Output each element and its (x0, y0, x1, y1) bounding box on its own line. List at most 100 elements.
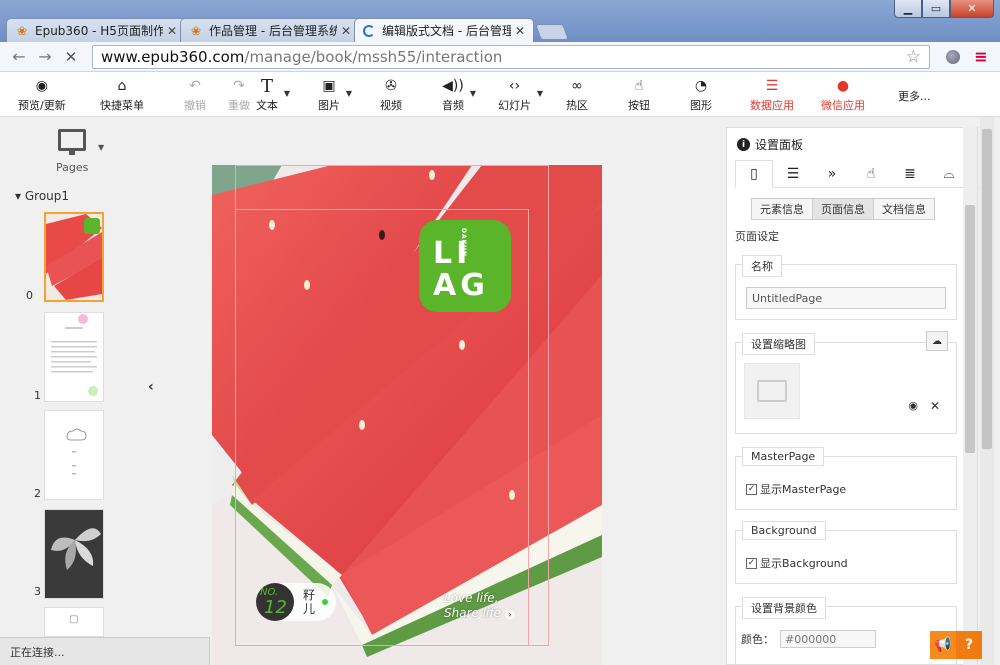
image-tool-button[interactable]: ▣ 图片 ▼ (318, 77, 352, 113)
undo-icon: ↶ (189, 78, 201, 94)
close-icon[interactable]: ✕ (930, 399, 940, 413)
page-number: 0 (26, 289, 33, 302)
megaphone-icon[interactable]: 📢 (930, 631, 956, 659)
issue-number: 12 (264, 597, 287, 618)
maximize-icon[interactable]: ▭ (922, 0, 950, 18)
audio-tool-button[interactable]: ◀)) 音频 ▼ (442, 77, 476, 113)
chevron-down-icon: ▼ (283, 89, 290, 98)
tab-close-icon[interactable]: ✕ (515, 24, 525, 38)
name-fieldset: 名称 (735, 255, 957, 320)
info-icon: i (737, 138, 750, 151)
feedback-widget[interactable]: 📢 ? (930, 631, 982, 659)
checkbox-checked-icon: ✓ (746, 483, 757, 495)
page-number: 3 (34, 585, 41, 598)
panel-scroll-thumb[interactable] (965, 205, 975, 453)
thumbnail-fieldset: 设置缩略图 ☁ ◉ ✕ (735, 331, 957, 434)
slides-tool-button[interactable]: ‹› 幻灯片 ▼ (498, 77, 543, 113)
browser-menu-icon[interactable]: ≡ (970, 46, 992, 68)
preview-button[interactable]: ◉ 预览/更新 (18, 77, 66, 113)
status-bar: 正在连接... (0, 637, 210, 665)
tab-close-icon[interactable]: ✕ (167, 24, 177, 38)
page-thumbnail-0[interactable] (44, 212, 104, 302)
issue-badge[interactable]: NO. 12 籽儿 (256, 583, 336, 621)
color-input[interactable]: #000000 (780, 630, 876, 648)
page-thumbnail-2[interactable] (44, 410, 104, 500)
section-title: 页面设定 (735, 230, 779, 243)
help-question-icon[interactable]: ? (956, 631, 982, 659)
cloud-upload-icon[interactable]: ☁ (926, 331, 948, 351)
name-legend: 名称 (742, 255, 782, 277)
redo-icon: ↷ (233, 78, 245, 94)
close-window-icon[interactable]: ✕ (950, 0, 994, 18)
bookmark-star-icon[interactable]: ☆ (906, 47, 921, 67)
video-tool-button[interactable]: ✇ 视频 (380, 77, 402, 113)
code-brackets-icon: ‹› (508, 78, 521, 94)
show-background-checkbox[interactable]: ✓ 显示Background (746, 555, 848, 571)
logo-text-line2: AG (433, 268, 489, 303)
chevron-down-icon: ▼ (345, 89, 352, 98)
hotspot-tool-button[interactable]: ∞ 热区 (566, 77, 588, 113)
panel-scrollbar[interactable] (963, 127, 977, 665)
list-tab-icon[interactable]: ☰ (774, 160, 812, 188)
link-icon: ∞ (571, 78, 583, 94)
tagline[interactable]: Love life, Share life › (444, 591, 515, 621)
data-app-button[interactable]: ☰ 数据应用 (750, 77, 794, 113)
forward-arrow-icon[interactable]: → (34, 46, 56, 68)
database-tab-icon[interactable]: ≣ (891, 160, 929, 188)
quick-menu-button[interactable]: ⌂ 快捷菜单 (100, 77, 144, 113)
tab-doc-info[interactable]: 文档信息 (873, 198, 935, 220)
watermelon-thumbnail (46, 214, 102, 300)
eye-icon[interactable]: ◉ (908, 399, 918, 412)
thumbnail-legend: 设置缩略图 (742, 333, 815, 355)
page-name-input[interactable] (746, 287, 946, 309)
page-group[interactable]: ▾ Group1 (15, 189, 69, 203)
show-masterpage-checkbox[interactable]: ✓ 显示MasterPage (746, 481, 846, 497)
shape-tool-button[interactable]: ◔ 图形 (690, 77, 712, 113)
text-tool-button[interactable]: T 文本 ▼ (256, 75, 290, 113)
browser-tab-1[interactable]: ❀ Epub360 - H5页面制作工 ✕ (6, 18, 186, 42)
back-arrow-icon[interactable]: ← (8, 46, 30, 68)
text-t-icon: T (260, 75, 273, 97)
pages-button[interactable]: Pages (56, 129, 88, 174)
liag-logo[interactable]: LI AG DAKUN (419, 220, 511, 312)
address-bar[interactable]: www.epub360.com /manage/book/mssh55/inte… (92, 44, 930, 69)
group-label: Group1 (24, 189, 70, 203)
flower-page-thumbnail (45, 510, 103, 598)
masterpage-legend: MasterPage (742, 447, 825, 466)
chevron-down-icon[interactable]: ▼ (98, 143, 104, 152)
bgcolor-legend: 设置背景颜色 (742, 597, 826, 619)
home-icon: ⌂ (117, 78, 127, 94)
new-tab-button[interactable] (535, 24, 569, 40)
tab-close-icon[interactable]: ✕ (341, 24, 351, 38)
page-thumbnail-3[interactable] (44, 509, 104, 599)
document-tab-icon[interactable]: ▯ (735, 160, 773, 188)
tab-label: 编辑版式文档 - 后台管理 (382, 24, 511, 38)
wechat-app-button[interactable]: ● 微信应用 (821, 77, 865, 113)
loading-spinner-icon (363, 24, 375, 37)
page-scroll-thumb[interactable] (982, 129, 992, 449)
browser-tab-3[interactable]: 编辑版式文档 - 后台管理 ✕ (354, 18, 534, 42)
stop-loading-icon[interactable]: ✕ (60, 46, 82, 68)
shape-icon: ◔ (694, 78, 708, 94)
undo-button[interactable]: ↶ 撤销 (184, 77, 206, 113)
panel-title: 设置面板 (755, 138, 804, 152)
image-placeholder-icon (757, 380, 787, 402)
double-chevron-tab-icon[interactable]: » (813, 160, 851, 188)
button-tool-button[interactable]: ☝ 按钮 (628, 77, 650, 113)
page-thumbnail-4[interactable]: ▢ (44, 607, 104, 637)
page-thumbnail-1[interactable] (44, 312, 104, 402)
workspace: Pages ▼ ▾ Group1 0 1 2 3 ▢ ‹ LI AG DAKUN… (0, 117, 1000, 665)
more-button[interactable]: 更多... (898, 86, 931, 104)
hand-tab-icon[interactable]: ☝ (852, 160, 890, 188)
redo-button[interactable]: ↷ 重做 (228, 77, 250, 113)
collapse-sidebar-chevron-icon[interactable]: ‹ (148, 379, 154, 395)
tab-element-info[interactable]: 元素信息 (751, 198, 813, 220)
browser-navbar: ← → ✕ www.epub360.com /manage/book/mssh5… (0, 42, 1000, 72)
extension-globe-icon[interactable] (942, 46, 964, 68)
minimize-icon[interactable]: ▁ (894, 0, 922, 18)
tab-page-info[interactable]: 页面信息 (812, 198, 874, 220)
chevron-down-icon: ▼ (469, 89, 476, 98)
page-canvas[interactable]: LI AG DAKUN NO. 12 籽儿 Love life, Share l… (212, 165, 602, 665)
page-scrollbar[interactable] (980, 117, 994, 665)
browser-tab-2[interactable]: ❀ 作品管理 - 后台管理系统 ✕ (180, 18, 360, 42)
